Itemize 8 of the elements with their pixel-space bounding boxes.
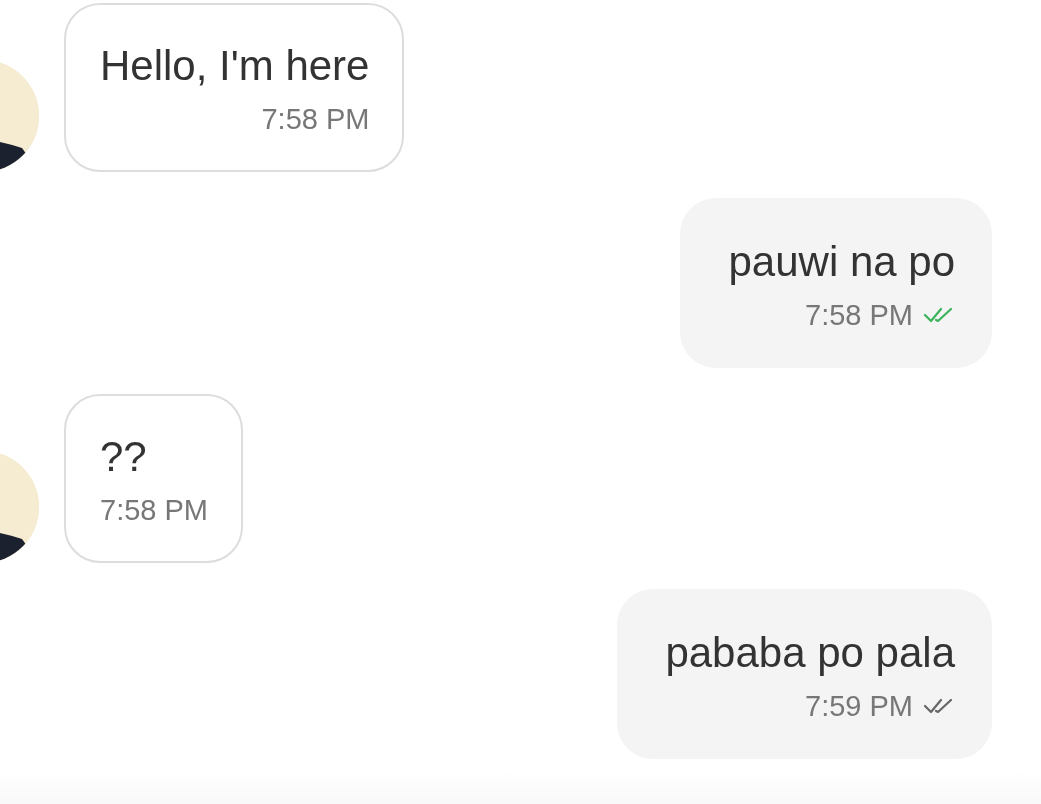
message-time: 7:59 PM [805, 689, 913, 724]
message-text: pauwi na po [728, 237, 955, 287]
message-time: 7:58 PM [261, 102, 370, 137]
message-text: Hello, I'm here [100, 41, 370, 91]
message-time: 7:58 PM [805, 298, 913, 333]
message-text: ?? [100, 432, 148, 482]
message-time: 7:58 PM [100, 493, 208, 528]
message-text: pababa po pala [665, 628, 955, 678]
